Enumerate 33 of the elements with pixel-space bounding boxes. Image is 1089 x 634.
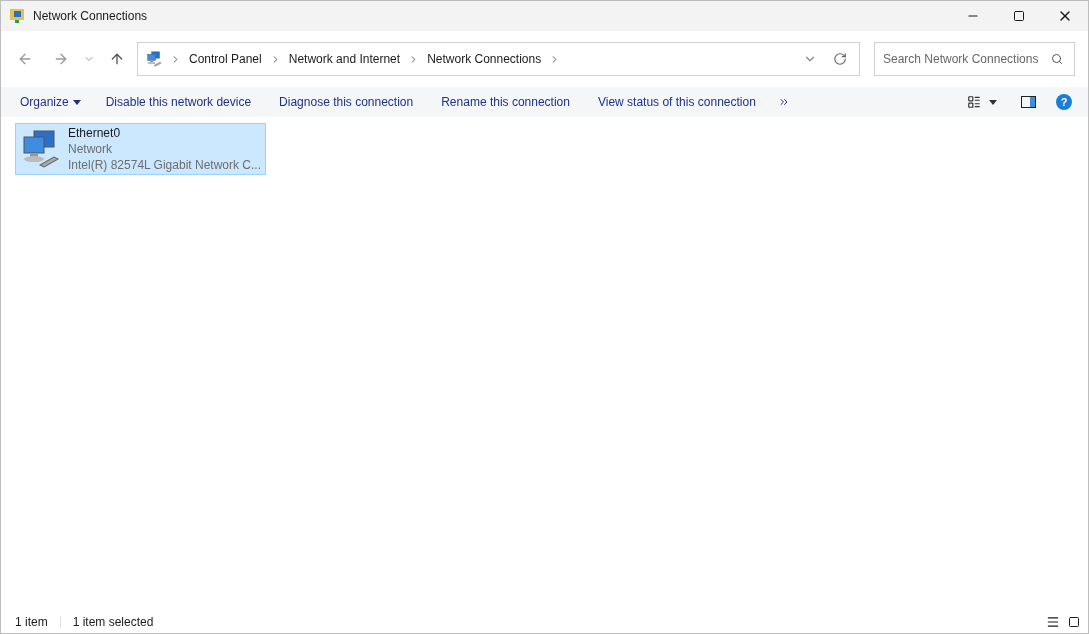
network-folder-icon [146, 51, 162, 67]
command-button[interactable]: View status of this connection [583, 93, 770, 111]
selection-count: 1 item selected [72, 614, 154, 631]
forward-arrow-icon [53, 51, 69, 67]
maximize-icon [1013, 10, 1025, 22]
view-layout-icon [967, 95, 981, 109]
address-bar[interactable]: Control Panel Network and Internet Network Connections [137, 42, 860, 76]
search-field[interactable]: Search Network Connections [874, 42, 1075, 76]
connection-device: Intel(R) 82574L Gigabit Network C... [68, 157, 261, 173]
refresh-icon[interactable] [833, 52, 847, 66]
connection-status: Network [68, 141, 114, 157]
help-button[interactable]: ? [1056, 94, 1072, 110]
command-button[interactable]: Disable this network device [91, 93, 266, 111]
network-folder-icon [9, 8, 25, 24]
large-icons-view-icon[interactable] [1068, 616, 1080, 628]
network-connection-item[interactable]: Ethernet0 Network Intel(R) 82574L Gigabit Network C... [15, 123, 266, 175]
item-count: 1 item [15, 614, 48, 631]
breadcrumb[interactable]: Network and Internet [288, 50, 401, 68]
connection-name: Ethernet0 [68, 125, 122, 141]
pane-icon [1030, 97, 1035, 107]
command-button[interactable]: Rename this connection [427, 93, 584, 111]
view-options-button[interactable] [967, 95, 997, 109]
double-chevron-icon [777, 96, 790, 108]
search-icon [1051, 53, 1063, 65]
details-view-icon[interactable] [1046, 615, 1060, 629]
organize-button[interactable]: Organize [9, 93, 92, 111]
window-title: Network Connections [33, 8, 148, 25]
caret-icon [72, 99, 81, 105]
breadcrumb[interactable]: Network Connections [427, 50, 542, 68]
preview-pane-button[interactable] [1021, 96, 1036, 108]
breadcrumb[interactable]: Control Panel [189, 50, 262, 68]
command-button[interactable]: Diagnose this connection [265, 93, 428, 111]
caret-icon [989, 99, 997, 105]
